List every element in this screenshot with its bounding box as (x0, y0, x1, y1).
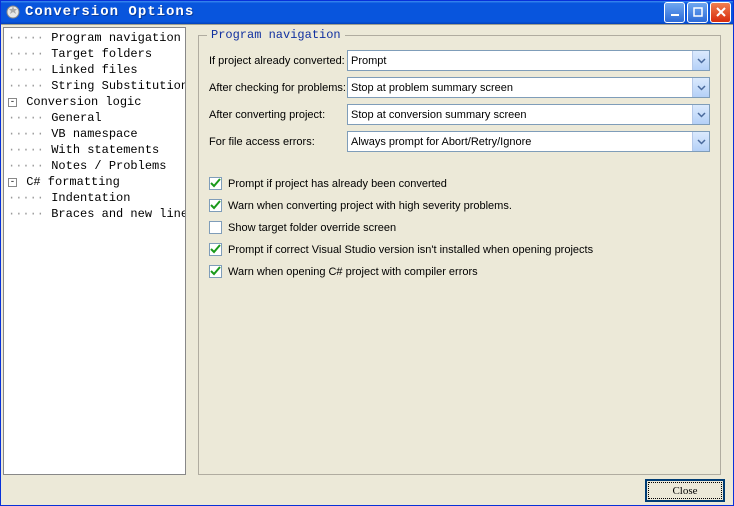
checkbox[interactable] (209, 221, 222, 234)
tree-expand-icon[interactable]: - (8, 178, 17, 187)
close-button[interactable]: Close (645, 479, 725, 502)
dropdown-label: If project already converted: (209, 55, 347, 67)
checkbox-label: Warn when converting project with high s… (228, 200, 512, 212)
tree-item-label: With statements (51, 143, 159, 157)
tree-item[interactable]: ····· VB namespace (4, 126, 185, 142)
checkbox-row: Prompt if project has already been conve… (209, 173, 710, 195)
checkbox-label: Warn when opening C# project with compil… (228, 266, 478, 278)
tree-item[interactable]: ····· With statements (4, 142, 185, 158)
nav-tree[interactable]: ····· Program navigation····· Target fol… (3, 27, 186, 475)
checkbox-row: Warn when converting project with high s… (209, 195, 710, 217)
content-area: ····· Program navigation····· Target fol… (1, 24, 733, 477)
tree-item[interactable]: ····· Indentation (4, 190, 185, 206)
close-window-button[interactable] (710, 2, 731, 23)
tree-item[interactable]: ····· Notes / Problems (4, 158, 185, 174)
tree-item[interactable]: ····· Program navigation (4, 30, 185, 46)
checkbox-label: Prompt if project has already been conve… (228, 178, 447, 190)
footer: Close (1, 477, 733, 505)
tree-item[interactable]: ····· String Substitution (4, 78, 185, 94)
main-panel: Program navigation If project already co… (188, 27, 731, 475)
form-row: After checking for problems: Stop at prob… (209, 77, 710, 99)
tree-expand-icon[interactable]: - (8, 98, 17, 107)
tree-item[interactable]: ····· General (4, 110, 185, 126)
chevron-down-icon[interactable] (692, 51, 709, 70)
group-title: Program navigation (207, 28, 345, 42)
tree-item-label: Braces and new lines (51, 207, 186, 221)
tree-item-label: Indentation (51, 191, 130, 205)
window-title: Conversion Options (25, 4, 664, 20)
checkbox-label: Prompt if correct Visual Studio version … (228, 244, 593, 256)
dropdown-label: For file access errors: (209, 136, 347, 148)
form-row: After converting project: Stop at convers… (209, 104, 710, 126)
tree-item-label: Notes / Problems (51, 159, 166, 173)
checkbox-row: Warn when opening C# project with compil… (209, 261, 710, 283)
window-controls (664, 2, 731, 23)
dropdown-value: Always prompt for Abort/Retry/Ignore (351, 136, 706, 148)
checkbox-row: Show target folder override screen (209, 217, 710, 239)
tree-item[interactable]: ····· Braces and new lines (4, 206, 185, 222)
chevron-down-icon[interactable] (692, 105, 709, 124)
tree-item-label: Target folders (51, 47, 152, 61)
titlebar: Conversion Options (1, 1, 733, 24)
app-icon (5, 4, 21, 20)
chevron-down-icon[interactable] (692, 132, 709, 151)
checkbox[interactable] (209, 243, 222, 256)
app-window: Conversion Options ····· Program navigat… (0, 0, 734, 506)
tree-item[interactable]: - C# formatting (4, 174, 185, 190)
checkbox-row: Prompt if correct Visual Studio version … (209, 239, 710, 261)
minimize-button[interactable] (664, 2, 685, 23)
form-row: If project already converted: Prompt (209, 50, 710, 72)
chevron-down-icon[interactable] (692, 78, 709, 97)
dropdown[interactable]: Stop at conversion summary screen (347, 104, 710, 125)
dropdown[interactable]: Stop at problem summary screen (347, 77, 710, 98)
checkbox[interactable] (209, 177, 222, 190)
options-groupbox: Program navigation If project already co… (198, 35, 721, 475)
tree-item-label: General (51, 111, 101, 125)
dropdown[interactable]: Always prompt for Abort/Retry/Ignore (347, 131, 710, 152)
dropdown-value: Stop at problem summary screen (351, 82, 706, 94)
maximize-button[interactable] (687, 2, 708, 23)
tree-item-label: Linked files (51, 63, 137, 77)
dropdown-label: After checking for problems: (209, 82, 347, 94)
dropdown-value: Stop at conversion summary screen (351, 109, 706, 121)
tree-item[interactable]: ····· Target folders (4, 46, 185, 62)
checkbox-label: Show target folder override screen (228, 222, 396, 234)
dropdown[interactable]: Prompt (347, 50, 710, 71)
tree-item[interactable]: ····· Linked files (4, 62, 185, 78)
form-row: For file access errors: Always prompt for… (209, 131, 710, 153)
tree-item-label: C# formatting (26, 175, 120, 189)
checkbox[interactable] (209, 199, 222, 212)
tree-item-label: Conversion logic (26, 95, 141, 109)
tree-item-label: VB namespace (51, 127, 137, 141)
tree-item[interactable]: - Conversion logic (4, 94, 185, 110)
dropdown-value: Prompt (351, 55, 706, 67)
dropdown-label: After converting project: (209, 109, 347, 121)
tree-item-label: String Substitution (51, 79, 186, 93)
checkbox[interactable] (209, 265, 222, 278)
tree-item-label: Program navigation (51, 31, 181, 45)
